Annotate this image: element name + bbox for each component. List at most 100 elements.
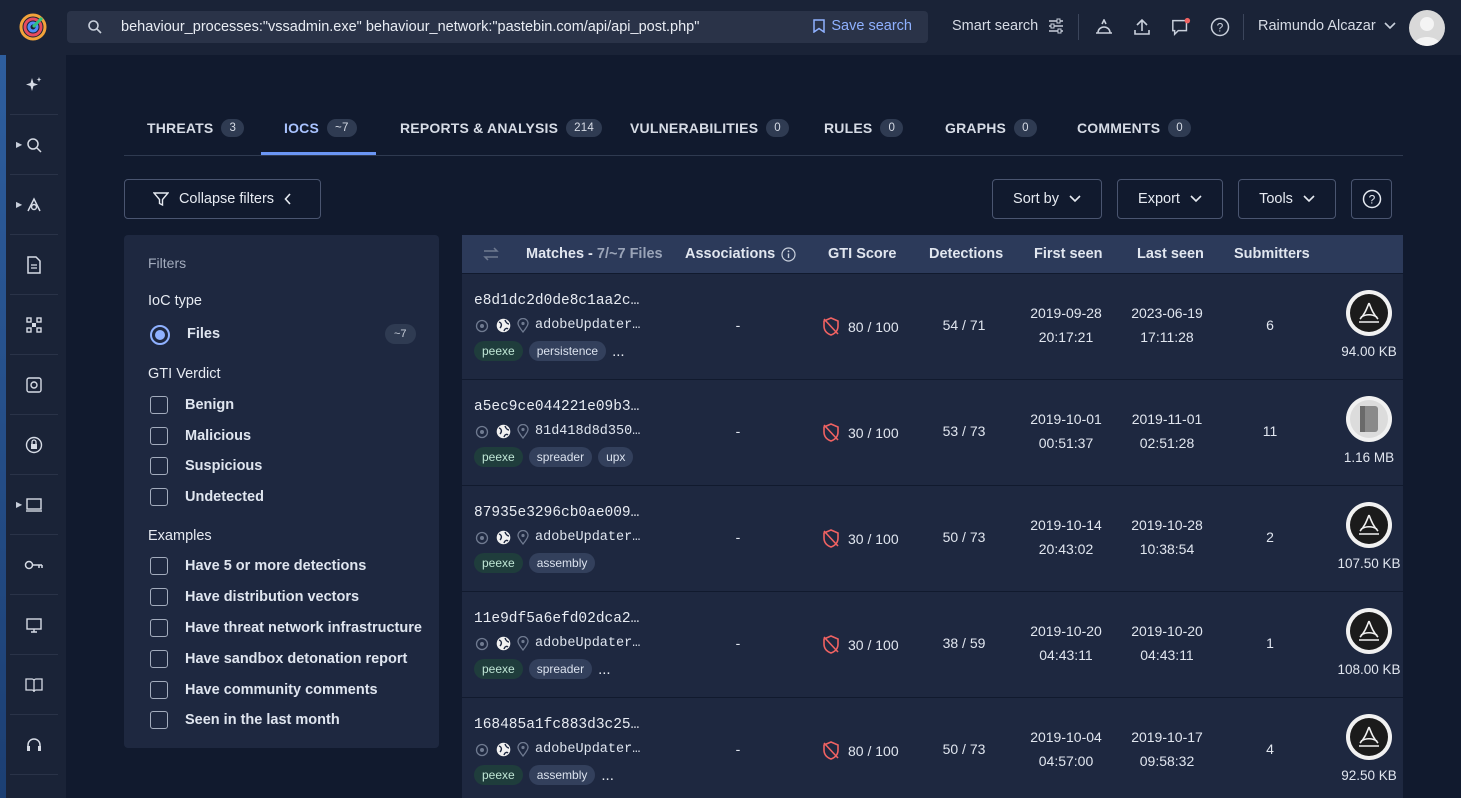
gti-score-header[interactable]: GTI Score xyxy=(828,246,897,262)
example-checkbox[interactable] xyxy=(150,619,168,637)
file-name[interactable]: adobeUpdater… xyxy=(535,318,640,333)
tab-vulnerabilities[interactable]: VULNERABILITIES 0 xyxy=(630,119,789,137)
sort-by-button[interactable]: Sort by xyxy=(992,179,1102,219)
file-hash-link[interactable]: a5ec9ce044221e09b3… xyxy=(474,399,639,415)
tag-badge[interactable]: upx xyxy=(598,447,634,467)
verdict-undetected-checkbox[interactable] xyxy=(150,488,168,506)
search-bar[interactable]: behaviour_processes:"vssadmin.exe" behav… xyxy=(67,11,928,43)
save-search-button[interactable]: Save search xyxy=(813,18,912,34)
nav-dashboard-icon[interactable]: ▶ xyxy=(10,475,58,535)
table-row[interactable]: e8d1dc2d0de8c1aa2c… adobeUpdater… peexe per… xyxy=(462,274,1403,380)
search-input[interactable]: behaviour_processes:"vssadmin.exe" behav… xyxy=(121,19,699,35)
nav-device-icon[interactable] xyxy=(10,595,58,655)
tag-badge[interactable]: peexe xyxy=(474,765,523,785)
file-hash-link[interactable]: e8d1dc2d0de8c1aa2c… xyxy=(474,293,639,309)
nav-investigation-icon[interactable]: ▶ xyxy=(10,175,58,235)
shield-alert-icon xyxy=(823,317,839,336)
nav-key-icon[interactable] xyxy=(10,535,58,595)
tools-button[interactable]: Tools xyxy=(1238,179,1336,219)
associations-header[interactable]: Associations xyxy=(685,246,796,262)
tab-threats[interactable]: THREATS 3 xyxy=(147,119,245,137)
nav-graph-icon[interactable] xyxy=(10,295,58,355)
tab-comments[interactable]: COMMENTS 0 xyxy=(1077,119,1191,137)
active-tab-indicator xyxy=(261,152,376,155)
avatar[interactable] xyxy=(1409,10,1445,46)
tag-badge[interactable]: spreader xyxy=(528,447,593,467)
app-logo-icon[interactable] xyxy=(18,12,48,42)
filters-title: Filters xyxy=(148,255,187,271)
table-row[interactable]: 168485a1fc883d3c25… adobeUpdater… peexe ass… xyxy=(462,698,1403,798)
export-button[interactable]: Export xyxy=(1117,179,1223,219)
tag-badge[interactable]: assembly xyxy=(528,553,596,573)
notifications-icon[interactable] xyxy=(1171,17,1191,37)
example-checkbox[interactable] xyxy=(150,650,168,668)
nav-support-icon[interactable] xyxy=(10,715,58,775)
file-meta: 81d418d8d350… xyxy=(474,424,640,439)
example-checkbox[interactable] xyxy=(150,681,168,699)
pdf-icon[interactable] xyxy=(1346,502,1392,548)
chevron-down-icon xyxy=(1190,195,1202,203)
table-row[interactable]: 87935e3296cb0ae009… adobeUpdater… peexe ass… xyxy=(462,486,1403,592)
nav-reports-icon[interactable] xyxy=(10,235,58,295)
tab-reports-analysis[interactable]: REPORTS & ANALYSIS 214 xyxy=(400,119,602,137)
info-icon[interactable] xyxy=(781,246,796,262)
file-name[interactable]: adobeUpdater… xyxy=(535,742,640,757)
swap-icon[interactable] xyxy=(482,247,500,261)
file-icon[interactable] xyxy=(1346,396,1392,442)
tag-badge[interactable]: persistence xyxy=(528,341,607,361)
example-checkbox[interactable] xyxy=(150,557,168,575)
lab-icon[interactable] xyxy=(1094,17,1114,37)
table-row[interactable]: 11e9df5a6efd02dca2… adobeUpdater… peexe spr… xyxy=(462,592,1403,698)
first-seen-header[interactable]: First seen xyxy=(1034,246,1103,262)
upload-icon[interactable] xyxy=(1132,17,1152,37)
globe-icon xyxy=(496,636,511,651)
nav-docs-icon[interactable] xyxy=(10,655,58,715)
tag-badge[interactable]: peexe xyxy=(474,447,523,467)
more-tags[interactable]: ... xyxy=(598,661,611,678)
pdf-icon[interactable] xyxy=(1346,714,1392,760)
verdict-malicious-checkbox[interactable] xyxy=(150,427,168,445)
file-hash-link[interactable]: 11e9df5a6efd02dca2… xyxy=(474,611,639,627)
files-radio[interactable] xyxy=(150,325,170,345)
submitters-header[interactable]: Submitters xyxy=(1234,246,1310,262)
file-name[interactable]: 81d418d8d350… xyxy=(535,424,640,439)
last-seen-header[interactable]: Last seen xyxy=(1137,246,1204,262)
tag-badge[interactable]: peexe xyxy=(474,553,523,573)
tab-graphs[interactable]: GRAPHS 0 xyxy=(945,119,1037,137)
top-bar: behaviour_processes:"vssadmin.exe" behav… xyxy=(0,0,1461,55)
nav-lock-icon[interactable] xyxy=(10,415,58,475)
detections-header[interactable]: Detections xyxy=(929,246,1003,262)
verdict-benign-checkbox[interactable] xyxy=(150,396,168,414)
tab-iocs[interactable]: IOCS ~7 xyxy=(284,119,357,137)
associations-value: - xyxy=(735,635,741,651)
tag-badge[interactable]: peexe xyxy=(474,341,523,361)
collapse-filters-button[interactable]: Collapse filters xyxy=(124,179,321,219)
file-hash-link[interactable]: 168485a1fc883d3c25… xyxy=(474,717,639,733)
help-icon[interactable]: ? xyxy=(1210,17,1230,37)
pdf-icon[interactable] xyxy=(1346,290,1392,336)
user-menu[interactable]: Raimundo Alcazar xyxy=(1258,18,1396,34)
tag-badge[interactable]: assembly xyxy=(528,765,596,785)
smart-search-button[interactable]: Smart search xyxy=(952,18,1064,34)
nav-threat-hunting-icon[interactable]: ▶ xyxy=(10,115,58,175)
more-tags[interactable]: ... xyxy=(601,767,614,784)
tag-badge[interactable]: peexe xyxy=(474,659,523,679)
sort-by-label: Sort by xyxy=(1013,191,1059,207)
file-hash-link[interactable]: 87935e3296cb0ae009… xyxy=(474,505,639,521)
table-row[interactable]: a5ec9ce044221e09b3… 81d418d8d350… peexe spr… xyxy=(462,380,1403,486)
more-tags[interactable]: ... xyxy=(612,343,625,360)
example-checkbox[interactable] xyxy=(150,588,168,606)
file-name[interactable]: adobeUpdater… xyxy=(535,636,640,651)
tab-rules[interactable]: RULES 0 xyxy=(824,119,904,137)
example-checkbox[interactable] xyxy=(150,711,168,729)
nav-monitor-icon[interactable] xyxy=(10,355,58,415)
file-name[interactable]: adobeUpdater… xyxy=(535,530,640,545)
gti-score-value: 80 / 100 xyxy=(848,318,899,335)
pdf-icon[interactable] xyxy=(1346,608,1392,654)
help-button[interactable]: ? xyxy=(1351,179,1392,219)
tag-badge[interactable]: spreader xyxy=(528,659,593,679)
nav-ai-icon[interactable] xyxy=(10,55,58,115)
verdict-suspicious-checkbox[interactable] xyxy=(150,457,168,475)
associations-value: - xyxy=(735,741,741,757)
gti-score-value: 30 / 100 xyxy=(848,636,899,653)
